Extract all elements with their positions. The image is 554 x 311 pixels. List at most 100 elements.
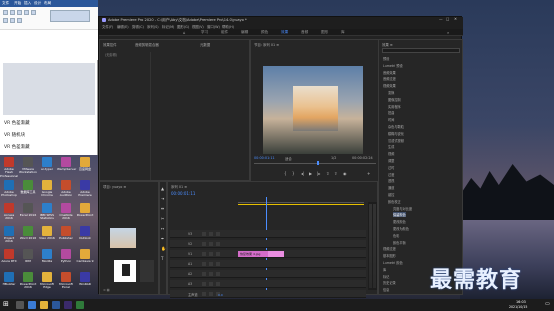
premiere-taskbar-icon[interactable] xyxy=(64,301,72,309)
timeline-track[interactable]: A3 xyxy=(170,280,366,288)
desktop-icon[interactable]: Camtasia 9 xyxy=(77,249,93,267)
word-taskbar-icon[interactable] xyxy=(52,301,60,309)
timeline-track[interactable]: V2 xyxy=(170,240,366,248)
desktop-icon[interactable]: 数据库工具 xyxy=(20,180,36,198)
desktop-icon[interactable]: IBM SPSS Statistics xyxy=(39,203,55,221)
video-clip[interactable]: 恢复效果 4.jpg xyxy=(238,251,268,257)
project-header[interactable]: 项目: yuayo ≡ xyxy=(103,184,126,189)
desktop-icon[interactable]: VMware Workstation xyxy=(19,157,37,175)
eye-icon[interactable] xyxy=(216,232,220,236)
desktop-icon[interactable]: HBuilder xyxy=(1,272,17,290)
desktop-icon[interactable]: Microsoft Edge xyxy=(39,272,55,290)
master-volume[interactable]: 0.0 xyxy=(218,293,223,297)
timeline-timecode[interactable]: 00:00:01:11 xyxy=(171,191,195,196)
search-icon[interactable] xyxy=(16,301,24,309)
program-header[interactable]: 节目: 序列 01 ≡ xyxy=(254,42,279,47)
effects-tree-item[interactable]: 沉浸式视频 xyxy=(388,138,404,143)
tab-metadata[interactable]: 元数据 xyxy=(200,42,210,47)
program-scrubber[interactable] xyxy=(254,163,376,164)
effects-tree-item[interactable]: 过时 xyxy=(388,165,394,170)
align-icon[interactable] xyxy=(3,18,8,23)
effects-tree-item[interactable]: 图像控制 xyxy=(388,97,401,102)
timeline-track[interactable]: V3 xyxy=(170,230,366,238)
toggle-sync-icon[interactable] xyxy=(209,262,213,266)
list-icon[interactable] xyxy=(10,18,15,23)
toggle-lock-icon[interactable] xyxy=(202,272,206,276)
toggle-sync-icon[interactable] xyxy=(209,282,213,286)
effects-tree-item[interactable]: 扭曲 xyxy=(388,110,394,115)
app-taskbar-icon[interactable] xyxy=(76,301,84,309)
timeline-track[interactable]: 主声道 xyxy=(170,290,366,298)
effects-tree-item[interactable]: 杂色与颗粒 xyxy=(388,124,404,129)
desktop-icon[interactable]: Adobe Flash Professional xyxy=(0,157,18,177)
eye-icon[interactable] xyxy=(216,252,220,256)
word-tab-insert[interactable]: 插入 xyxy=(24,1,31,6)
close-button[interactable]: ✕ xyxy=(454,17,457,21)
desktop-icon[interactable]: WampServer xyxy=(57,157,76,175)
clock-time[interactable]: 16:03 xyxy=(516,300,526,304)
effects-tree-item[interactable]: 基本图形 xyxy=(383,253,396,258)
effects-tree-item[interactable]: 预设 xyxy=(383,56,389,61)
selection-tool-icon[interactable]: ▲ xyxy=(161,186,164,191)
workspace-assembly[interactable]: 组件 xyxy=(221,30,228,35)
effects-tree-item[interactable]: 亮度与对比度 xyxy=(393,206,412,211)
effects-tree-item[interactable]: 实用程序 xyxy=(388,104,401,109)
home-icon[interactable]: ⌂ xyxy=(183,30,186,35)
effects-tree-item[interactable]: 色彩 xyxy=(393,233,399,238)
ripple-edit-icon[interactable]: ⇹ xyxy=(161,206,164,211)
bold-icon[interactable] xyxy=(10,10,15,15)
media-thumbnail[interactable] xyxy=(140,260,154,282)
mark-in-icon[interactable]: { xyxy=(284,171,287,176)
workspace-libraries[interactable]: 库 xyxy=(341,30,345,35)
effects-tree-item[interactable]: 更改为颜色 xyxy=(393,226,409,231)
desktop-icon[interactable]: Adobe Audition xyxy=(58,180,74,198)
toggle-lock-icon[interactable] xyxy=(202,292,206,296)
effects-tree-item[interactable]: Lumetri 颜色 xyxy=(383,260,403,265)
toggle-sync-icon[interactable] xyxy=(209,272,213,276)
effects-tree-item[interactable]: 变换 xyxy=(388,90,394,95)
effects-tree-item[interactable]: 键控 xyxy=(388,192,394,197)
eye-icon[interactable] xyxy=(216,242,220,246)
play-icon[interactable]: ▶ xyxy=(309,171,312,176)
workspace-learn[interactable]: 学习 xyxy=(201,30,208,35)
notification-icon[interactable]: ▭ xyxy=(545,301,550,307)
desktop-icon[interactable]: Outlook xyxy=(77,226,93,244)
effects-tree-item[interactable]: 库 xyxy=(383,267,386,272)
effects-tree-item[interactable]: 通道 xyxy=(388,185,394,190)
desktop-icon[interactable]: IDM xyxy=(20,249,36,267)
list-view-icon[interactable]: ≡ ▦ xyxy=(103,288,110,292)
workspace-graphics[interactable]: 图形 xyxy=(321,30,328,35)
paste-icon[interactable] xyxy=(3,10,8,15)
effects-tree-item[interactable]: Lumetri 预设 xyxy=(383,63,403,68)
effects-tree-item[interactable]: 视频过渡 xyxy=(383,246,396,251)
resolution-dropdown[interactable]: 1/2 xyxy=(331,156,336,160)
workspace-effects[interactable]: 效果 xyxy=(281,30,288,35)
effects-tree-item[interactable]: 过渡 xyxy=(388,172,394,177)
word-tab-home[interactable]: 开始 xyxy=(14,1,21,6)
timeline-header[interactable]: 序列 01 ≡ xyxy=(171,184,187,189)
slip-tool-icon[interactable]: ↔ xyxy=(161,226,164,231)
search-icon[interactable]: ⌕ xyxy=(447,30,449,35)
toggle-lock-icon[interactable] xyxy=(202,252,206,256)
desktop-icon[interactable]: Visio 2016 xyxy=(39,226,55,244)
effects-tree-item[interactable]: 调整 xyxy=(388,158,394,163)
toggle-lock-icon[interactable] xyxy=(202,232,206,236)
timeline-track[interactable]: A2 xyxy=(170,270,366,278)
workspace-audio[interactable]: 音频 xyxy=(301,30,308,35)
styles-gallery[interactable] xyxy=(50,10,90,22)
effects-tree-item[interactable]: 视频效果 xyxy=(383,83,396,88)
toggle-lock-icon[interactable] xyxy=(202,282,206,286)
desktop-icon[interactable]: Microsoft Excel xyxy=(58,272,74,290)
toggle-lock-icon[interactable] xyxy=(202,242,206,246)
video-clip[interactable] xyxy=(268,251,284,257)
export-frame-icon[interactable]: ◉ xyxy=(343,171,347,176)
desktop-icon[interactable]: PowerPoint xyxy=(77,203,93,221)
tab-audio-mixer[interactable]: 音频剪辑混合器 xyxy=(135,42,159,47)
step-forward-icon[interactable]: |▸ xyxy=(317,171,320,176)
time-ruler[interactable] xyxy=(238,198,364,203)
toggle-sync-icon[interactable] xyxy=(209,292,213,296)
toggle-sync-icon[interactable] xyxy=(209,252,213,256)
word-tab-design[interactable]: 设计 xyxy=(34,1,41,6)
eye-icon[interactable] xyxy=(216,282,220,286)
eye-icon[interactable] xyxy=(216,272,220,276)
